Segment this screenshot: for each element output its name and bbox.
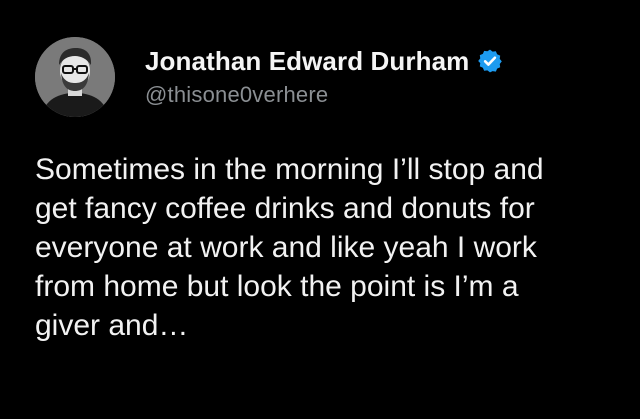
- author-identity: Jonathan Edward Durham @thisone0verhere: [145, 44, 503, 108]
- profile-photo-icon: [35, 37, 115, 117]
- verified-badge-icon: [477, 48, 503, 74]
- author-handle[interactable]: @thisone0verhere: [145, 82, 503, 108]
- tweet-card: Jonathan Edward Durham @thisone0verhere …: [0, 0, 640, 419]
- tweet-header: Jonathan Edward Durham @thisone0verhere: [35, 37, 503, 117]
- name-row: Jonathan Edward Durham: [145, 44, 503, 78]
- tweet-text: Sometimes in the morning I’ll stop and g…: [35, 153, 544, 342]
- avatar[interactable]: [35, 37, 115, 117]
- author-display-name[interactable]: Jonathan Edward Durham: [145, 46, 469, 77]
